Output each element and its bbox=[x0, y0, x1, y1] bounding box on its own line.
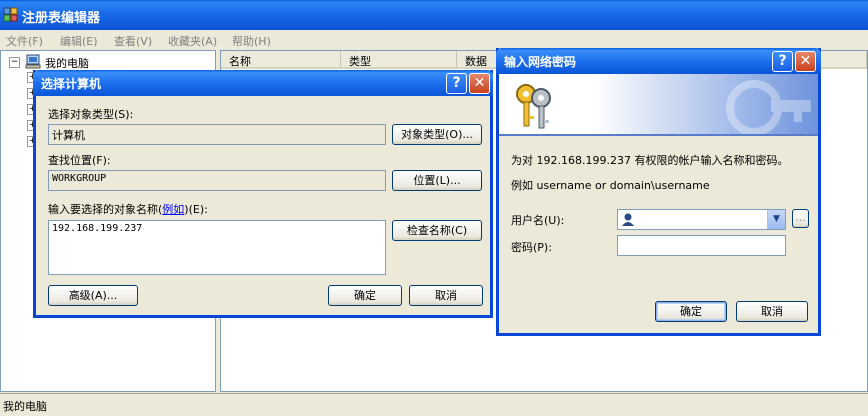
banner-watermark-icon bbox=[726, 80, 811, 134]
regedit-app-icon bbox=[3, 7, 18, 22]
object-type-label: 选择对象类型(S): bbox=[48, 108, 134, 121]
select-computer-title: 选择计算机 bbox=[41, 77, 102, 91]
status-text: 我的电脑 bbox=[3, 400, 47, 413]
menu-edit[interactable]: 编辑(E) bbox=[60, 33, 98, 49]
object-names-label-line: 输入要选择的对象名称(例如)(E): bbox=[48, 203, 208, 216]
location-field: WORKGROUP bbox=[48, 170, 386, 191]
my-computer-icon bbox=[25, 54, 41, 69]
select-computer-dialog: 选择计算机 ? ✕ 选择对象类型(S): 计算机 对象类型(O)... 查找位置… bbox=[33, 70, 493, 318]
examples-link[interactable]: 例如 bbox=[162, 203, 184, 216]
network-password-title: 输入网络密码 bbox=[504, 55, 577, 69]
credentials-message: 为对 192.168.199.237 有权限的帐户输入名称和密码。 bbox=[511, 154, 789, 167]
regedit-titlebar[interactable]: 注册表编辑器 bbox=[0, 0, 868, 30]
ok-button[interactable]: 确定 bbox=[655, 301, 727, 322]
password-field[interactable] bbox=[617, 235, 786, 256]
ok-button[interactable]: 确定 bbox=[328, 285, 402, 306]
network-password-dialog: 输入网络密码 ? ✕ 为对 192.168.199.237 有权限的帐户输入名称… bbox=[496, 48, 821, 336]
cancel-button[interactable]: 取消 bbox=[736, 301, 808, 322]
object-type-field: 计算机 bbox=[48, 124, 386, 145]
cancel-button[interactable]: 取消 bbox=[409, 285, 483, 306]
help-button[interactable]: ? bbox=[772, 51, 793, 72]
object-names-input[interactable]: 192.168.199.237 bbox=[48, 220, 386, 275]
menu-favorites[interactable]: 收藏夹(A) bbox=[168, 33, 217, 49]
tree-collapse-icon[interactable]: − bbox=[9, 57, 20, 68]
check-names-button[interactable]: 检查名称(C) bbox=[392, 220, 482, 241]
username-combobox[interactable]: ▼ bbox=[617, 209, 786, 230]
close-button[interactable]: ✕ bbox=[795, 51, 816, 72]
column-header-name[interactable]: 名称 bbox=[221, 51, 341, 69]
menu-view[interactable]: 查看(V) bbox=[114, 33, 152, 49]
object-types-button[interactable]: 对象类型(O)... bbox=[392, 124, 482, 145]
tree-root-label[interactable]: 我的电脑 bbox=[45, 55, 89, 71]
regedit-menubar: 文件(F) 编辑(E) 查看(V) 收藏夹(A) 帮助(H) bbox=[0, 30, 868, 50]
help-button[interactable]: ? bbox=[446, 73, 467, 94]
network-password-titlebar[interactable]: 输入网络密码 ? ✕ bbox=[496, 48, 821, 74]
credentials-banner bbox=[499, 74, 818, 134]
column-name-label: 名称 bbox=[229, 55, 251, 68]
keys-icon bbox=[516, 84, 551, 129]
chevron-down-icon[interactable]: ▼ bbox=[767, 210, 785, 229]
menu-file[interactable]: 文件(F) bbox=[6, 33, 43, 49]
object-names-label-suffix: (E): bbox=[188, 203, 208, 216]
browse-credentials-button[interactable]: ... bbox=[792, 209, 809, 228]
password-label: 密码(P): bbox=[511, 241, 552, 254]
column-data-label: 数据 bbox=[465, 55, 487, 68]
menu-help[interactable]: 帮助(H) bbox=[232, 33, 271, 49]
regedit-statusbar: 我的电脑 bbox=[0, 393, 868, 416]
object-names-label: 输入要选择的对象名称 bbox=[48, 203, 158, 216]
locations-button[interactable]: 位置(L)... bbox=[392, 170, 482, 191]
regedit-title: 注册表编辑器 bbox=[22, 11, 101, 26]
select-computer-titlebar[interactable]: 选择计算机 ? ✕ bbox=[33, 70, 493, 96]
user-icon bbox=[622, 213, 634, 226]
credentials-example: 例如 username or domain\username bbox=[511, 179, 710, 192]
close-button[interactable]: ✕ bbox=[469, 73, 490, 94]
location-label: 查找位置(F): bbox=[48, 154, 111, 167]
advanced-button[interactable]: 高级(A)... bbox=[48, 285, 138, 306]
username-label: 用户名(U): bbox=[511, 214, 565, 227]
column-type-label: 类型 bbox=[349, 55, 371, 68]
column-header-type[interactable]: 类型 bbox=[341, 51, 457, 69]
banner-divider bbox=[499, 134, 818, 136]
